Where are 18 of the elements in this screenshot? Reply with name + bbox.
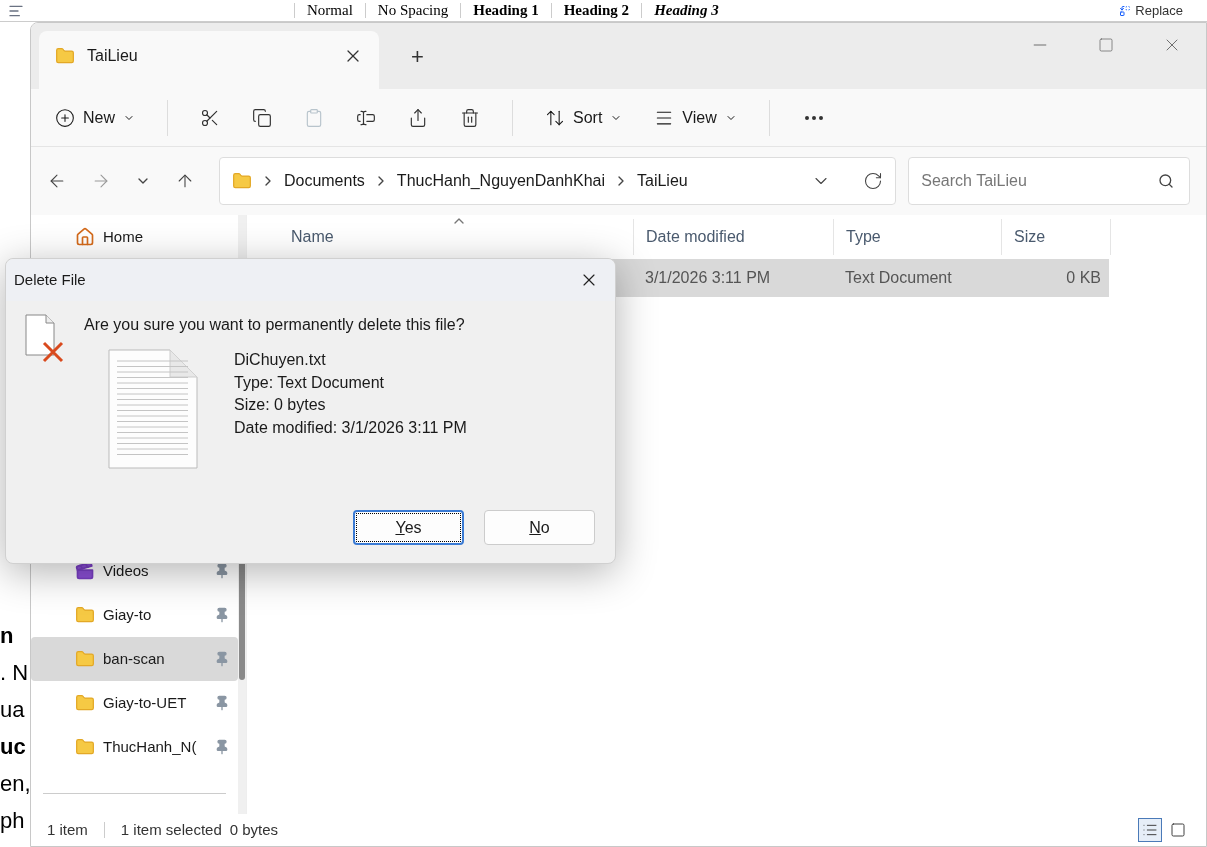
file-detail: Type: Text Document [234,372,385,393]
type-cell-text: Text Document [844,268,953,288]
dialog-message: Are you sure you want to permanently delete this file? [84,315,466,335]
document-text: ua [0,696,26,724]
document-text: n [0,622,15,650]
item-count: 1 item [47,819,88,840]
document-text: ph [0,807,26,835]
dialog-title: Delete File [14,269,86,290]
document-text: en, [0,770,30,798]
file-detail: Date modified: 3/1/2026 3:11 PM [234,417,467,438]
selection-size: 0 bytes [229,819,279,840]
size-cell-text: 0 KB [1065,268,1102,288]
selection-info: 1 item selected [120,819,222,840]
document-text: uc [0,733,27,761]
document-text: . N [0,659,30,687]
date-cell-text: 3/1/2026 3:11 PM [644,268,772,288]
file-detail: DiChuyen.txt [234,350,327,370]
file-detail: Size: 0 bytes [234,395,327,415]
